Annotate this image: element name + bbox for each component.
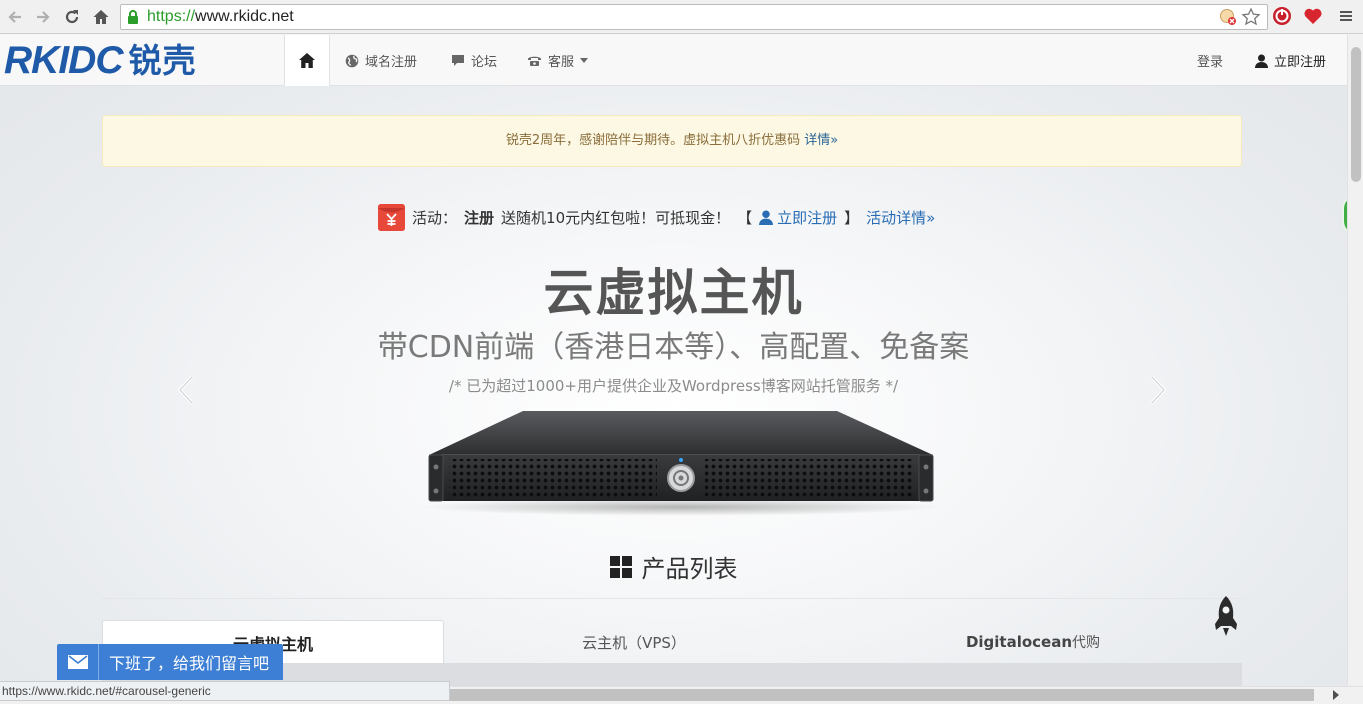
tab-label-suffix: 代购 — [1072, 635, 1101, 651]
promo-text: 送随机10元内红包啦！可抵现金！ — [501, 208, 731, 227]
heart-extension-icon[interactable] — [1302, 5, 1324, 27]
products-title-text: 产品列表 — [641, 555, 738, 583]
promo-alert: 锐壳2周年，感谢陪伴与期待。虚拟主机八折优惠码 详情» — [102, 115, 1242, 167]
red-packet-icon — [378, 203, 405, 231]
home-icon[interactable] — [89, 5, 113, 29]
promo-bracket-close: 】 — [844, 208, 860, 227]
caret-down-icon — [580, 58, 589, 63]
star-bookmark-icon[interactable] — [1241, 7, 1261, 27]
logo-latin-text: RKIDC — [4, 39, 123, 82]
carousel-prev-arrow-icon[interactable] — [174, 373, 198, 407]
url-text: https://www.rkidc.net — [147, 8, 294, 25]
login-link[interactable]: 登录 — [1197, 35, 1223, 86]
hero-note: /* 已为超过1000+用户提供企业及Wordpress博客网站托管服务 */ — [448, 377, 899, 395]
blocked-popup-icon[interactable] — [1219, 8, 1237, 26]
carousel-next-arrow-icon[interactable] — [1146, 373, 1170, 407]
nav-item-label: 客服 — [548, 55, 575, 70]
vertical-scrollbar[interactable] — [1347, 35, 1363, 686]
server-rack-image — [423, 407, 939, 517]
site-logo[interactable]: RKIDC 锐壳 — [4, 41, 197, 81]
hero-subtitle: 带CDN前端（香港日本等）、高配置、免备案 — [377, 330, 970, 365]
horizontal-scroll-thumb[interactable] — [446, 689, 1314, 701]
tab-label: 云主机（VPS） — [582, 633, 686, 652]
nav-home-button[interactable] — [284, 35, 330, 86]
logo-cjk-text: 锐壳 — [128, 41, 197, 80]
promo-bracket-open: 【 — [737, 208, 753, 227]
link-status-bar: https://www.rkidc.net/#carousel-generic — [0, 681, 450, 701]
hero-title: 云虚拟主机 — [543, 264, 804, 322]
site-navbar: RKIDC 锐壳 域名注册 论坛 客服 登录 立即注册 — [0, 35, 1347, 86]
comment-icon — [451, 54, 465, 67]
tab-vps[interactable]: 云主机（VPS） — [444, 620, 824, 664]
register-link[interactable]: 立即注册 — [1255, 35, 1326, 86]
promo-register-label: 立即注册 — [777, 208, 838, 227]
user-icon — [1255, 54, 1268, 68]
back-arrow-icon[interactable] — [3, 5, 27, 29]
nav-item-support[interactable]: 客服 — [527, 35, 589, 86]
phone-icon — [527, 54, 542, 67]
promo-keyword: 注册 — [464, 208, 495, 227]
user-icon — [759, 210, 774, 225]
forward-arrow-icon[interactable] — [31, 5, 55, 29]
reload-icon[interactable] — [60, 5, 84, 29]
promo-details-link[interactable]: 活动详情» — [866, 207, 935, 228]
alert-text: 锐壳2周年，感谢陪伴与期待。虚拟主机八折优惠码 — [505, 133, 805, 148]
tab-digitalocean[interactable]: Digitalocean 代购 — [824, 620, 1242, 664]
globe-icon — [345, 54, 359, 68]
status-url-text: https://www.rkidc.net/#carousel-generic — [2, 684, 211, 698]
promo-label: 活动： — [412, 208, 458, 227]
nav-item-forum[interactable]: 论坛 — [451, 35, 497, 86]
promo-register-link[interactable]: 立即注册 — [759, 207, 837, 228]
chrome-menu-icon[interactable] — [1335, 5, 1357, 27]
envelope-icon — [57, 644, 99, 680]
browser-toolbar: https://www.rkidc.net — [0, 0, 1363, 34]
nav-item-label: 论坛 — [471, 55, 498, 70]
activity-promo: 活动： 注册 送随机10元内红包啦！可抵现金！ 【 立即注册 】 活动详情» — [378, 203, 935, 231]
grid-icon — [609, 555, 632, 578]
back-to-top-rocket-icon[interactable] — [1210, 595, 1242, 637]
chat-widget[interactable]: 下班了，给我们留言吧 — [57, 644, 283, 680]
lock-icon — [127, 10, 139, 25]
page-viewport: RKIDC 锐壳 域名注册 论坛 客服 登录 立即注册 锐壳2周年，感谢陪伴与期… — [0, 35, 1347, 686]
home-icon — [299, 53, 315, 68]
vertical-scroll-thumb[interactable] — [1351, 47, 1361, 182]
chat-widget-label: 下班了，给我们留言吧 — [109, 654, 270, 673]
nav-item-domain[interactable]: 域名注册 — [345, 35, 417, 86]
nav-item-label: 域名注册 — [365, 55, 418, 70]
scroll-right-arrow-icon[interactable] — [1332, 690, 1340, 700]
register-label: 立即注册 — [1274, 55, 1327, 70]
adblock-extension-icon[interactable] — [1271, 5, 1293, 27]
section-divider — [102, 598, 1242, 599]
products-section-title: 产品列表 — [0, 549, 1347, 584]
address-bar[interactable]: https://www.rkidc.net — [120, 4, 1268, 30]
tab-label: Digitalocean — [965, 633, 1073, 651]
alert-details-link[interactable]: 详情» — [804, 133, 838, 148]
login-label: 登录 — [1197, 55, 1224, 70]
